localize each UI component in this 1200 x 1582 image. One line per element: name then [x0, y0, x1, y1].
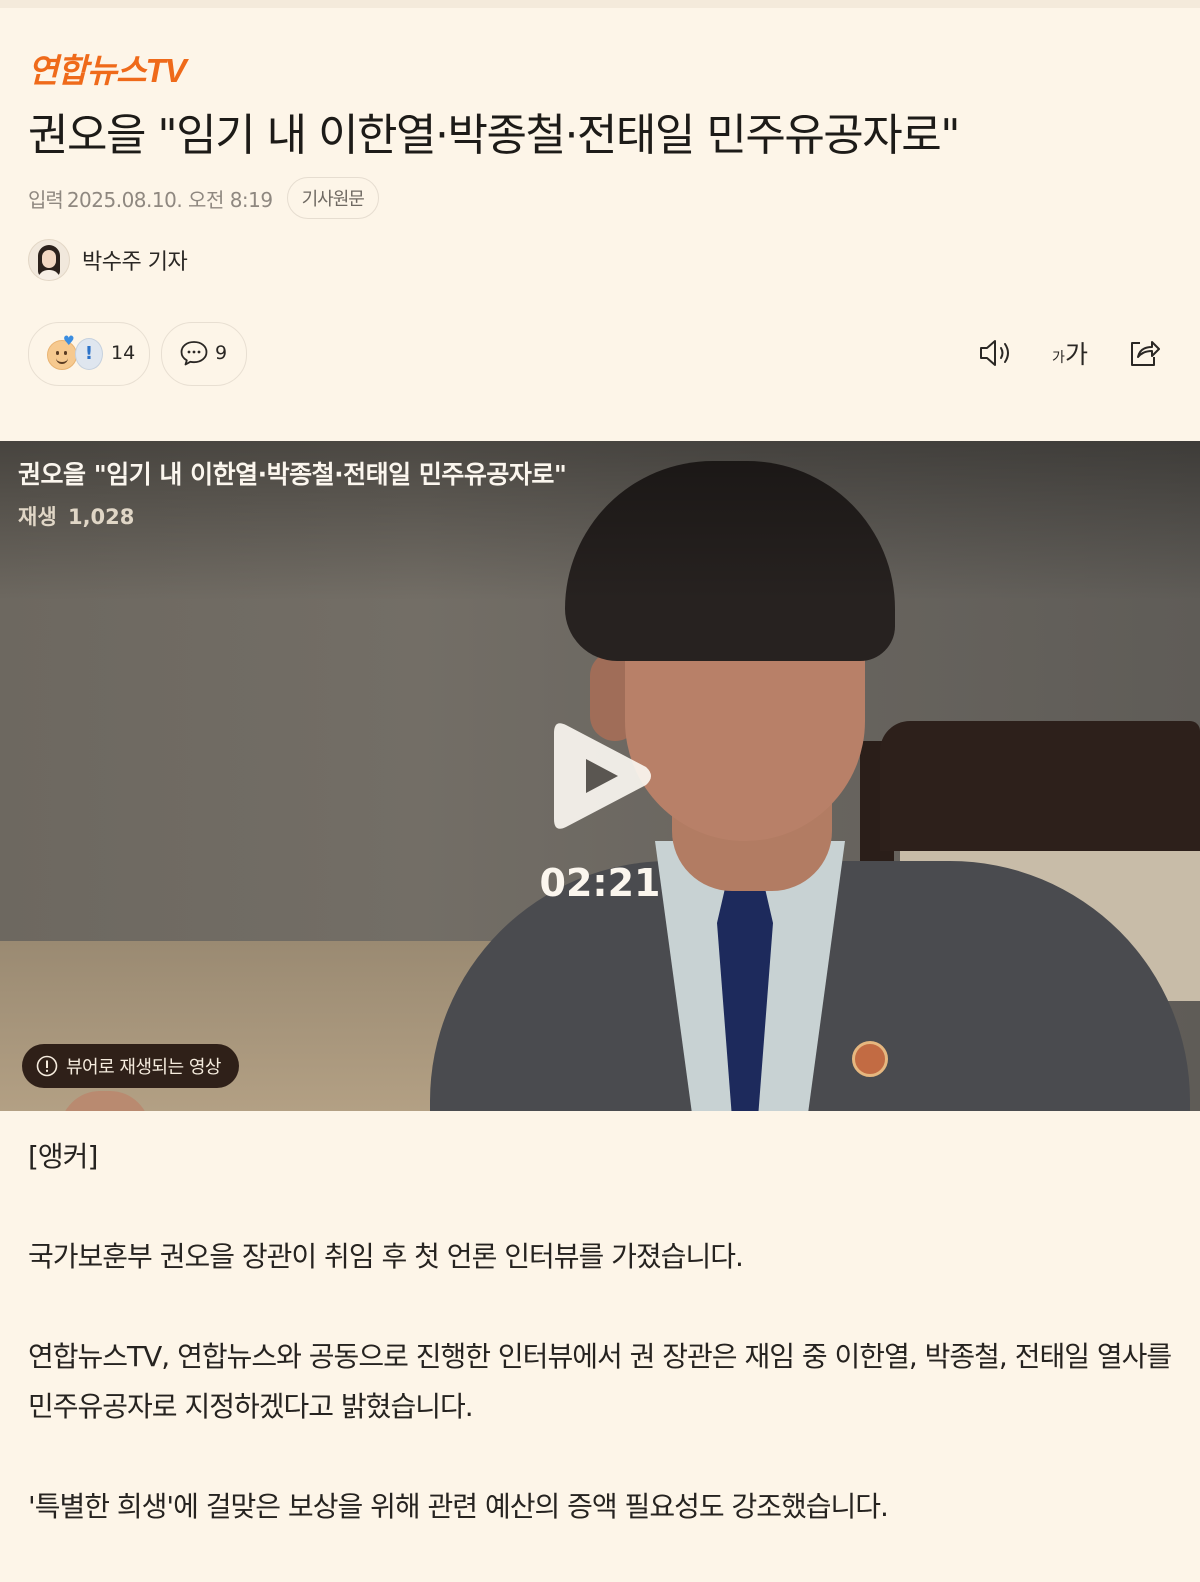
play-icon[interactable]: [550, 717, 658, 835]
heart-icon: ♥: [63, 334, 75, 349]
info-icon: [36, 1055, 58, 1077]
video-player[interactable]: 권오을 "임기 내 이한열·박종철·전태일 민주유공자로" 재생 1,028 0…: [0, 441, 1200, 1111]
font-size-button[interactable]: 가 가: [1046, 332, 1094, 374]
article-headline: 권오을 "임기 내 이한열·박종철·전태일 민주유공자로": [28, 110, 960, 161]
comment-button[interactable]: 9: [161, 322, 247, 386]
video-play-count: 재생 1,028: [18, 501, 134, 531]
comment-count: 9: [215, 342, 228, 364]
share-icon: [1131, 341, 1160, 366]
author-avatar: [28, 239, 70, 281]
reaction-count: 14: [111, 342, 136, 364]
font-size-small-glyph: 가: [1052, 350, 1065, 366]
body-paragraph: 연합뉴스TV, 연합뉴스와 공동으로 진행한 인터뷰에서 권 장관은 재임 중 …: [28, 1340, 1172, 1423]
body-paragraph: 국가보훈부 권오을 장관이 취임 후 첫 언론 인터뷰를 가졌습니다.: [28, 1240, 744, 1273]
reaction-button[interactable]: ♥ ! 14: [28, 322, 150, 386]
speaker-icon: [980, 340, 1009, 366]
body-paragraph: [앵커]: [28, 1140, 98, 1173]
article-meta: 입력 2025.08.10. 오전 8:19 기사원문: [28, 176, 379, 220]
chat-bubble-icon: [180, 341, 208, 366]
author-name[interactable]: 박수주 기자: [82, 244, 188, 276]
video-duration: 02:21: [539, 861, 661, 905]
font-size-large-glyph: 가: [1064, 340, 1088, 369]
article-body: [앵커] 국가보훈부 권오을 장관이 취임 후 첫 언론 인터뷰를 가졌습니다.…: [28, 1132, 1178, 1582]
author[interactable]: 박수주 기자: [28, 238, 188, 282]
video-title: 권오을 "임기 내 이한열·박종철·전태일 민주유공자로": [18, 460, 567, 489]
viewer-playback-notice-text: 뷰어로 재생되는 영상: [66, 1057, 221, 1078]
body-paragraph: '특별한 희생'에 걸맞은 보상을 위해 관련 예산의 증액 필요성도 강조했습…: [28, 1490, 889, 1523]
viewer-playback-notice[interactable]: 뷰어로 재생되는 영상: [22, 1044, 239, 1088]
share-button[interactable]: [1122, 332, 1166, 374]
text-to-speech-button[interactable]: [974, 332, 1018, 374]
original-article-button[interactable]: 기사원문: [286, 177, 379, 219]
exclamation-emoji-icon: !: [75, 338, 103, 370]
published-label: 입력: [28, 187, 64, 212]
top-bar: [0, 0, 1200, 8]
published-date: 2025.08.10. 오전 8:19: [66, 187, 273, 212]
video-plays-label: 재생: [18, 505, 57, 529]
video-plays-number: 1,028: [67, 505, 135, 529]
brand-logo[interactable]: 연합뉴스TV: [28, 44, 187, 92]
